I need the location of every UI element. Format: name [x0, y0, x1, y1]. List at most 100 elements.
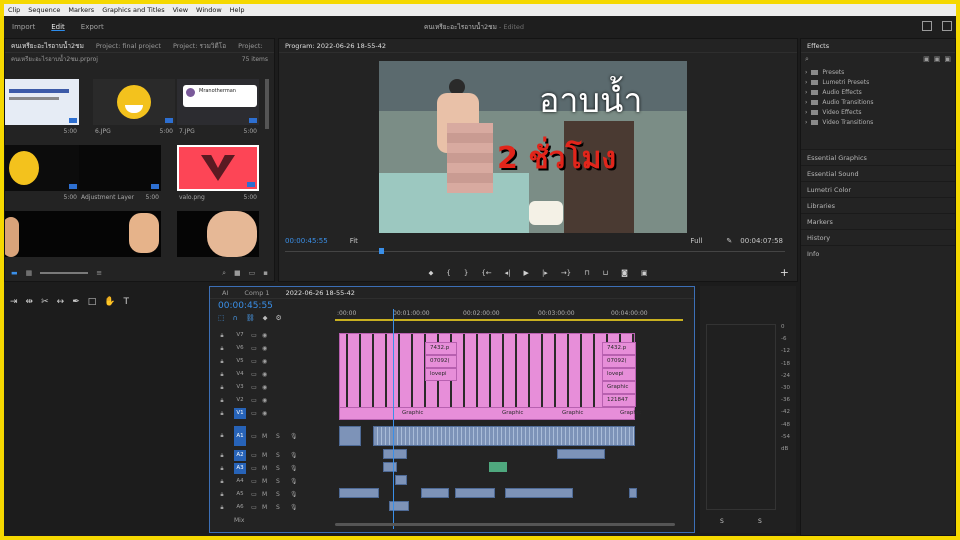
tab-sequence-main[interactable]: 2022-06-26 18-55-42: [286, 289, 355, 297]
mute-button[interactable]: M: [262, 452, 276, 459]
track-label-v4[interactable]: V4: [234, 369, 246, 380]
mute-button[interactable]: M: [262, 433, 276, 440]
playhead[interactable]: [393, 309, 394, 529]
fullscreen-icon[interactable]: [942, 21, 952, 31]
track-select-icon[interactable]: ⇥: [10, 297, 18, 307]
time-ruler[interactable]: :00:00 00:01:00:00 00:02:00:00 00:03:00:…: [335, 309, 683, 321]
solo-button[interactable]: S: [276, 478, 290, 485]
type-icon[interactable]: T: [123, 297, 129, 307]
nest-icon[interactable]: ⬚: [218, 314, 225, 323]
program-title[interactable]: Program: 2022-06-26 18-55-42: [279, 42, 392, 50]
panel-essential-sound[interactable]: Essential Sound: [801, 165, 955, 181]
tab-sequence-ai[interactable]: AI: [222, 289, 228, 297]
project-item[interactable]: 6.JPG 5:00: [93, 79, 175, 141]
export-frame-icon[interactable]: ◙: [621, 269, 628, 277]
sync-icon[interactable]: ▭: [246, 478, 262, 485]
track-label-v7[interactable]: V7: [234, 330, 246, 341]
menu-window[interactable]: Window: [192, 6, 226, 14]
effects-folder[interactable]: › Audio Effects: [805, 87, 951, 97]
panel-history[interactable]: History: [801, 229, 955, 245]
lock-icon[interactable]: 🔒︎: [210, 410, 234, 418]
sync-icon[interactable]: ▭: [246, 397, 262, 404]
project-item[interactable]: Mranotherman 7.JPG 5:00: [177, 79, 259, 141]
audio-clip[interactable]: [505, 488, 573, 498]
new-bin-icon[interactable]: ■: [234, 269, 241, 277]
go-to-in-icon[interactable]: {←: [481, 269, 491, 277]
track-label-v1[interactable]: V1: [234, 408, 246, 419]
tab-project-main[interactable]: คนเหรียะอะไรอาบน้ำ2ชม: [5, 41, 90, 51]
sync-icon[interactable]: ▭: [246, 384, 262, 391]
tab-project-more[interactable]: Project:: [232, 42, 268, 50]
mic-icon[interactable]: 🎙︎: [290, 478, 298, 485]
panel-info[interactable]: Info: [801, 245, 955, 261]
panel-markers[interactable]: Markers: [801, 213, 955, 229]
track-label-v5[interactable]: V5: [234, 356, 246, 367]
step-back-icon[interactable]: ◂|: [505, 269, 511, 277]
audio-clip[interactable]: [557, 449, 605, 459]
lock-icon[interactable]: 🔒︎: [210, 452, 234, 460]
lock-icon[interactable]: 🔒︎: [210, 384, 234, 392]
mute-button[interactable]: M: [262, 504, 276, 511]
track-label-a4[interactable]: A4: [234, 476, 246, 487]
sort-icon[interactable]: ≡: [96, 269, 102, 277]
lock-icon[interactable]: 🔒︎: [210, 432, 234, 440]
lift-icon[interactable]: ⊓: [584, 269, 589, 277]
effects-folder[interactable]: › Video Transitions: [805, 117, 951, 127]
hand-icon[interactable]: ✋: [104, 297, 115, 307]
mic-icon[interactable]: 🎙︎: [290, 491, 298, 498]
video-clip[interactable]: 07092(: [602, 355, 636, 368]
track-label-a3[interactable]: A3: [234, 463, 246, 474]
search-icon[interactable]: ⌕: [805, 55, 809, 64]
sync-icon[interactable]: ▭: [246, 465, 262, 472]
sync-icon[interactable]: ▭: [246, 491, 262, 498]
program-scrubber[interactable]: [285, 251, 785, 252]
solo-button[interactable]: S: [276, 491, 290, 498]
audio-clip[interactable]: [421, 488, 449, 498]
sync-icon[interactable]: ▭: [246, 358, 262, 365]
razor-icon[interactable]: ✂: [41, 297, 49, 307]
eye-icon[interactable]: ◉: [262, 358, 274, 365]
video-clip[interactable]: 7432.p: [425, 342, 457, 355]
delete-icon[interactable]: ▪: [263, 269, 268, 277]
lock-icon[interactable]: 🔒︎: [210, 345, 234, 353]
linked-select-icon[interactable]: ⛓: [246, 314, 255, 323]
tab-import[interactable]: Import: [4, 23, 43, 31]
sync-icon[interactable]: ▭: [246, 332, 262, 339]
fit-select[interactable]: Fit: [350, 237, 358, 245]
solo-right-button[interactable]: S: [758, 518, 762, 525]
menu-sequence[interactable]: Sequence: [24, 6, 64, 14]
panel-lumetri-color[interactable]: Lumetri Color: [801, 181, 955, 197]
list-view-icon[interactable]: ▬: [11, 269, 18, 277]
solo-button[interactable]: S: [276, 433, 290, 440]
audio-clip[interactable]: [339, 426, 361, 446]
rectangle-icon[interactable]: □: [88, 297, 97, 307]
panel-essential-graphics[interactable]: Essential Graphics: [801, 149, 955, 165]
audio-clip[interactable]: [455, 488, 495, 498]
project-item[interactable]: 5:00: [5, 145, 79, 207]
snap-icon[interactable]: ∩: [233, 314, 238, 323]
eye-icon[interactable]: ◉: [262, 397, 274, 404]
solo-button[interactable]: S: [276, 452, 290, 459]
project-item[interactable]: Adjustment Layer 5:00: [79, 145, 161, 207]
extract-icon[interactable]: ⊔: [603, 269, 608, 277]
32bit-icon[interactable]: ▣: [934, 55, 941, 63]
eye-icon[interactable]: ◉: [262, 345, 274, 352]
effects-folder[interactable]: › Lumetri Presets: [805, 77, 951, 87]
audio-clip[interactable]: [383, 462, 397, 472]
track-label-a1[interactable]: A1: [234, 426, 246, 446]
settings-icon[interactable]: ⚙: [276, 314, 282, 323]
step-forward-icon[interactable]: |▸: [542, 269, 548, 277]
panel-libraries[interactable]: Libraries: [801, 197, 955, 213]
video-clip[interactable]: Graphic: [602, 381, 636, 394]
eye-icon[interactable]: ◉: [262, 384, 274, 391]
ripple-edit-icon[interactable]: ⇹: [26, 297, 34, 307]
compare-icon[interactable]: ▣: [641, 269, 648, 277]
video-clip[interactable]: 7432.p: [602, 342, 636, 355]
project-item[interactable]: valo.png 5:00: [177, 145, 259, 207]
marker-icon[interactable]: ⬥: [263, 314, 268, 323]
video-clip-v1[interactable]: Graphic Graphic Graphic Graphic: [339, 407, 641, 420]
tab-project-final[interactable]: Project: final project: [90, 42, 167, 50]
mic-icon[interactable]: 🎙︎: [290, 452, 298, 459]
lock-icon[interactable]: 🔒︎: [210, 491, 234, 499]
solo-left-button[interactable]: S: [720, 518, 724, 525]
